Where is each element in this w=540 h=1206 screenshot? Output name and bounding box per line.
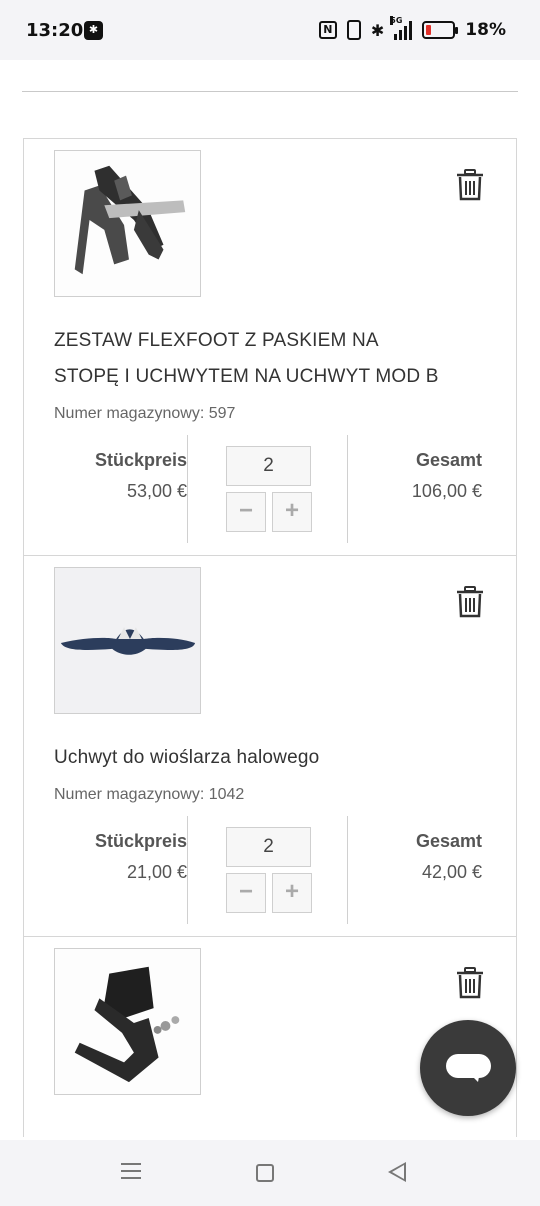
trash-icon[interactable]	[456, 586, 484, 618]
mount-bracket-image[interactable]	[54, 948, 201, 1095]
system-nav-bar	[0, 1140, 540, 1206]
cart-list: ZESTAW FLEXFOOT Z PASKIEM NA STOPĘ I UCH…	[23, 138, 517, 1137]
trash-icon[interactable]	[456, 967, 484, 999]
increase-quantity-button[interactable]: +	[272, 873, 312, 913]
item-sku: Numer magazynowy: 597	[54, 405, 236, 422]
quantity-stepper: 2 − +	[187, 435, 348, 543]
item-sku: Numer magazynowy: 1042	[54, 786, 245, 803]
trash-icon[interactable]	[456, 169, 484, 201]
total-column: Gesamt 106,00 €	[348, 435, 486, 543]
total-label: Gesamt	[415, 831, 482, 851]
total-value: 106,00 €	[411, 481, 482, 501]
back-icon[interactable]	[388, 1162, 406, 1182]
total-label: Gesamt	[415, 450, 482, 470]
unit-price-column: Stückpreis 53,00 €	[54, 435, 187, 543]
total-column: Gesamt 42,00 €	[348, 816, 486, 924]
price-row: Stückpreis 21,00 € 2 − + Gesamt 42,00 €	[54, 816, 486, 924]
quantity-stepper: 2 − +	[187, 816, 348, 924]
rower-handle-image[interactable]	[54, 567, 201, 714]
item-title[interactable]: Uchwyt do wioślarza halowego	[54, 740, 486, 776]
cart-item: Uchwyt do wioślarza halowego Numer magaz…	[24, 556, 516, 937]
total-value: 42,00 €	[421, 862, 482, 882]
price-row: Stückpreis 53,00 € 2 − + Gesamt 106,00 €	[54, 435, 486, 543]
cart-viewport[interactable]: ZESTAW FLEXFOOT Z PASKIEM NA STOPĘ I UCH…	[0, 0, 540, 1140]
unit-price-value: 21,00 €	[126, 862, 187, 882]
decrease-quantity-button[interactable]: −	[226, 873, 266, 913]
quantity-input[interactable]: 2	[226, 446, 311, 486]
chat-bubble-tail	[468, 1072, 480, 1082]
divider	[22, 91, 518, 92]
quantity-input[interactable]: 2	[226, 827, 311, 867]
chat-button[interactable]	[420, 1020, 516, 1116]
unit-price-value: 53,00 €	[126, 481, 187, 501]
increase-quantity-button[interactable]: +	[272, 492, 312, 532]
flexfoot-kit-image[interactable]	[54, 150, 201, 297]
unit-price-label: Stückpreis	[94, 450, 187, 470]
cart-item: ZESTAW FLEXFOOT Z PASKIEM NA STOPĘ I UCH…	[24, 139, 516, 556]
unit-price-column: Stückpreis 21,00 €	[54, 816, 187, 924]
home-icon[interactable]	[256, 1164, 274, 1182]
recent-apps-icon[interactable]	[121, 1163, 141, 1184]
decrease-quantity-button[interactable]: −	[226, 492, 266, 532]
unit-price-label: Stückpreis	[94, 831, 187, 851]
item-title[interactable]: ZESTAW FLEXFOOT Z PASKIEM NA STOPĘ I UCH…	[54, 323, 444, 395]
